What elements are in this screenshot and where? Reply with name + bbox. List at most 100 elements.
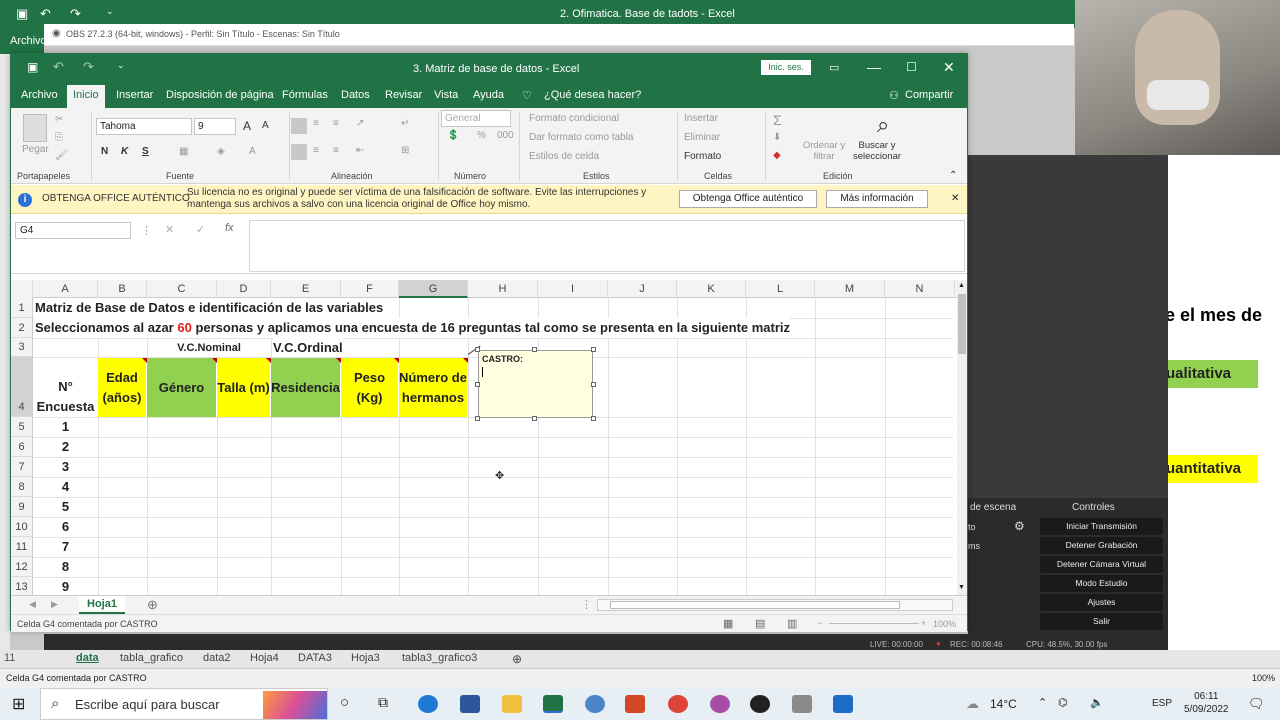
fill-color-icon[interactable]: ◈ (217, 146, 225, 157)
col-header[interactable]: N (885, 280, 955, 298)
cell-encuesta[interactable]: 4 (33, 477, 98, 497)
app-icon[interactable] (585, 695, 605, 713)
obs-start-streaming-button[interactable]: Iniciar Transmisión (1040, 518, 1163, 535)
scroll-down-icon[interactable]: ▼ (958, 584, 965, 591)
background-tab-data[interactable]: data (76, 652, 99, 664)
row-header[interactable]: 13 (11, 577, 33, 595)
indent-icon[interactable]: ⇤ (356, 145, 364, 156)
background-tab[interactable]: DATA3 (298, 652, 332, 664)
bold-button[interactable]: N (101, 146, 108, 157)
excel-icon[interactable] (543, 695, 563, 713)
copy-icon[interactable]: ⎘ (55, 132, 63, 143)
taskbar-search[interactable]: ⌕ Escribe aquí para buscar (40, 688, 328, 720)
cell-styles-button[interactable]: Estilos de celda (529, 151, 599, 162)
clear-icon[interactable]: ◆ (773, 150, 781, 161)
col-header[interactable]: D (217, 280, 271, 298)
cell-encuesta[interactable]: 8 (33, 557, 98, 577)
windows-start-icon[interactable]: ⊞ (12, 694, 25, 714)
header-residencia[interactable]: Residencia (271, 358, 341, 417)
find-select-button[interactable]: Buscar y seleccionar (847, 140, 907, 162)
wrap-text-icon[interactable]: ↵ (401, 118, 409, 129)
scroll-thumb[interactable] (958, 294, 966, 354)
enter-icon[interactable]: ✓ (196, 223, 205, 236)
tab-vista[interactable]: Vista (434, 89, 458, 101)
cell-vc-nominal[interactable]: V.C.Nominal (149, 339, 269, 357)
col-header[interactable]: C (147, 280, 217, 298)
row-header[interactable]: 8 (11, 477, 33, 497)
obs-exit-button[interactable]: Salir (1040, 613, 1163, 630)
col-header[interactable]: M (815, 280, 885, 298)
row-header[interactable]: 6 (11, 437, 33, 457)
notification-icon[interactable]: 🗨 (1248, 696, 1265, 712)
undo-icon[interactable]: ↶ (53, 59, 64, 75)
obs-studio-mode-button[interactable]: Modo Estudio (1040, 575, 1163, 592)
row-header[interactable]: 1 (11, 298, 33, 318)
chrome-icon[interactable] (668, 695, 688, 713)
col-header[interactable]: J (608, 280, 677, 298)
more-info-button[interactable]: Más información (826, 190, 928, 208)
obs-stop-recording-button[interactable]: Detener Grabación (1040, 537, 1163, 554)
cell-a1[interactable]: Matriz de Base de Datos e identificación… (35, 298, 390, 318)
add-sheet-icon[interactable]: ⊕ (512, 652, 522, 666)
align-center-icon[interactable]: ≡ (313, 145, 319, 156)
align-top-icon[interactable] (291, 118, 307, 134)
language-indicator[interactable]: ESP (1152, 698, 1172, 709)
font-size-select[interactable]: 9 (194, 118, 236, 135)
row-header[interactable]: 12 (11, 557, 33, 577)
cell-encuesta[interactable]: 6 (33, 517, 98, 537)
row-header[interactable]: 3 (11, 338, 33, 357)
normal-view-icon[interactable]: ▦ (723, 617, 733, 630)
resize-handle[interactable] (532, 347, 537, 352)
app-icon[interactable] (833, 695, 853, 713)
header-peso[interactable]: Peso (Kg) (341, 358, 399, 417)
resize-handle[interactable] (532, 416, 537, 421)
tab-archivo[interactable]: Archivo (21, 89, 58, 101)
clock[interactable]: 06:11 5/09/2022 (1184, 690, 1229, 716)
row-header[interactable]: 11 (11, 537, 33, 557)
underline-button[interactable]: S (142, 146, 149, 157)
temperature[interactable]: 14°C (990, 697, 1017, 711)
tab-insertar[interactable]: Insertar (116, 89, 153, 101)
cell-encuesta[interactable]: 7 (33, 537, 98, 557)
system-tray-icon[interactable]: ⌃ (1038, 696, 1047, 709)
currency-icon[interactable]: 💲 (447, 130, 459, 141)
ribbon-display-icon[interactable]: ▭ (829, 61, 839, 74)
tab-next-icon[interactable]: ▶ (51, 599, 58, 610)
conditional-format-button[interactable]: Formato condicional (529, 113, 619, 124)
header-hermanos[interactable]: Número de hermanos (399, 358, 468, 417)
col-header[interactable]: L (746, 280, 815, 298)
italic-button[interactable]: K (121, 146, 128, 157)
cut-icon[interactable]: ✂ (55, 114, 63, 125)
decrease-font-icon[interactable]: A (262, 120, 269, 131)
formula-input[interactable] (249, 220, 965, 272)
row-header[interactable]: 9 (11, 497, 33, 517)
cell-a2[interactable]: Seleccionamos al azar 60 personas y apli… (35, 318, 791, 338)
cell-encuesta[interactable]: 5 (33, 497, 98, 517)
number-format-select[interactable]: General (441, 110, 511, 127)
background-tab[interactable]: tabla3_grafico3 (402, 652, 477, 664)
tab-revisar[interactable]: Revisar (385, 89, 422, 101)
col-header[interactable]: F (341, 280, 399, 298)
resize-handle[interactable] (475, 347, 480, 352)
row-header[interactable]: 5 (11, 417, 33, 437)
network-icon[interactable]: ⌬ (1058, 696, 1068, 709)
cell-encuesta[interactable]: 2 (33, 437, 98, 457)
col-header[interactable]: B (98, 280, 147, 298)
header-encuesta[interactable]: N° Encuesta (34, 358, 98, 417)
customize-icon[interactable]: ⌄ (106, 6, 114, 17)
header-talla[interactable]: Talla (m) (217, 358, 271, 417)
background-tab[interactable]: Hoja4 (250, 652, 279, 664)
comment-box[interactable]: CASTRO: (478, 350, 593, 418)
sort-filter-button[interactable]: Ordenar y filtrar (801, 140, 847, 162)
select-all-corner[interactable] (11, 280, 33, 298)
undo-icon[interactable]: ↶ (40, 6, 51, 22)
col-header[interactable]: I (538, 280, 608, 298)
file-explorer-icon[interactable] (502, 695, 522, 713)
resize-handle[interactable] (591, 382, 596, 387)
format-painter-icon[interactable]: 🖌 (55, 150, 68, 161)
obs-stop-virtualcam-button[interactable]: Detener Cámara Virtual (1040, 556, 1163, 573)
resize-handle[interactable] (475, 416, 480, 421)
page-layout-icon[interactable]: ▤ (755, 617, 765, 630)
header-genero[interactable]: Género (147, 358, 217, 417)
add-sheet-icon[interactable]: ⊕ (147, 597, 158, 613)
